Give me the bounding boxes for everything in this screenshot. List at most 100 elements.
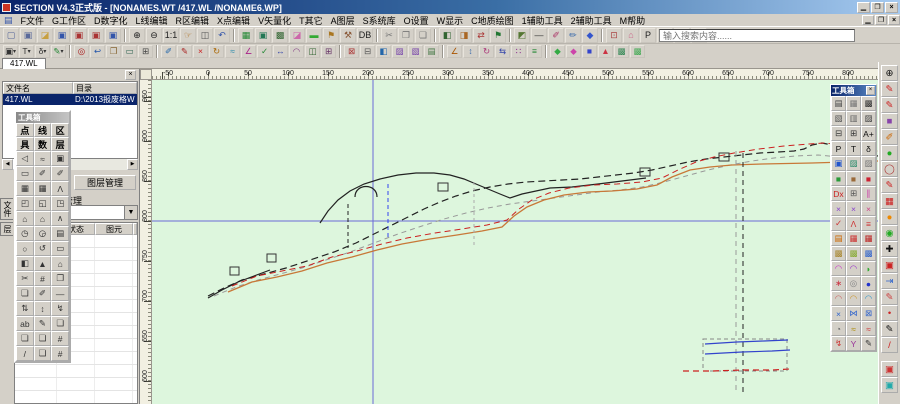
eraser[interactable]: ✐	[34, 166, 52, 181]
toolbox-tab[interactable]: 点	[16, 123, 34, 137]
menu-item[interactable]: C地质绘图	[467, 14, 518, 27]
branch-purple[interactable]: Y	[846, 336, 861, 351]
edit-line[interactable]: ✎	[177, 45, 192, 58]
connect-arc[interactable]: ◠	[289, 45, 304, 58]
menu-item[interactable]: R区编辑	[172, 14, 214, 27]
select-arrow[interactable]: ◁	[16, 151, 34, 166]
layer-table-row[interactable]	[15, 378, 137, 391]
grid-edit[interactable]: #	[51, 331, 69, 346]
layer-manage-button[interactable]: 图层管理	[74, 175, 136, 190]
restore-button[interactable]: ❐	[875, 15, 887, 25]
drawing-canvas[interactable]	[152, 80, 878, 404]
save-as[interactable]: ▣	[71, 28, 87, 43]
wave-red[interactable]: ≈	[861, 321, 876, 336]
tab-417wl[interactable]: 417.WL	[2, 58, 46, 69]
menu-item[interactable]: M帮助	[616, 14, 650, 27]
x-pink[interactable]: ×	[861, 201, 876, 216]
circle-gray[interactable]: ◎	[846, 276, 861, 291]
label-delta[interactable]: δ	[861, 141, 876, 156]
arrow-blue[interactable]: ⇥	[881, 273, 898, 289]
side-tab-files[interactable]: 文件	[0, 198, 13, 220]
x-purple[interactable]: ×	[831, 201, 846, 216]
line-edit[interactable]: /	[16, 346, 34, 361]
fence[interactable]: #	[34, 271, 52, 286]
pencil-edit[interactable]: ✎	[861, 336, 876, 351]
hatch-green[interactable]: ▨	[846, 156, 861, 171]
reverse-line[interactable]: ↔	[273, 45, 288, 58]
text-mode[interactable]: T▾	[19, 45, 34, 58]
clip-copy[interactable]: ❐	[106, 45, 121, 58]
wave-gold[interactable]: ≈	[846, 321, 861, 336]
pen-red-2[interactable]: ✎	[881, 97, 898, 113]
menu-item[interactable]: L线编辑	[132, 14, 172, 27]
undo[interactable]: ↶	[214, 28, 230, 43]
tv-red[interactable]: ▦	[846, 231, 861, 246]
offset[interactable]: ≡	[527, 45, 542, 58]
fill-red[interactable]: ▲	[598, 45, 613, 58]
spray[interactable]: ✏	[565, 28, 581, 43]
cube-purple[interactable]: ■	[881, 113, 898, 129]
copy-multi[interactable]: ❐	[51, 271, 69, 286]
fill-green[interactable]: ■	[831, 171, 846, 186]
grid-a[interactable]: ▦	[16, 181, 34, 196]
menu-item[interactable]: 1辅助工具	[518, 14, 567, 27]
hatch-back[interactable]: ▨	[861, 111, 876, 126]
hatch-dense[interactable]: ▩	[861, 96, 876, 111]
toolbox-tab[interactable]: 层	[51, 137, 69, 151]
clock-1[interactable]: ◷	[16, 226, 34, 241]
doc-edit-2[interactable]: ❏	[34, 331, 52, 346]
grid-red[interactable]: ▦	[881, 193, 898, 209]
dome-blue[interactable]: ◠	[861, 291, 876, 306]
snap-line[interactable]: ✓	[257, 45, 272, 58]
box-red[interactable]: ▣	[881, 257, 898, 273]
ellipse[interactable]: ○	[16, 241, 34, 256]
draw-line[interactable]: ✐	[161, 45, 176, 58]
pen-line[interactable]: ✎	[34, 316, 52, 331]
fill-brown[interactable]: ■	[846, 171, 861, 186]
check-red[interactable]: ✓	[831, 216, 846, 231]
transform[interactable]: ⇄	[473, 28, 489, 43]
new-project[interactable]: ▣	[20, 28, 36, 43]
minimize-button[interactable]: ▁	[862, 15, 874, 25]
bowtie-blue[interactable]: ⋈	[846, 306, 861, 321]
close-button[interactable]: ×	[885, 2, 898, 13]
array[interactable]: ∷	[511, 45, 526, 58]
open-file[interactable]: ◪	[37, 28, 53, 43]
pink-lines[interactable]: ∥	[861, 186, 876, 201]
attribute-table[interactable]: ▦	[238, 28, 254, 43]
search-flag[interactable]: ⚑	[323, 28, 339, 43]
angle-tool[interactable]: ∠	[447, 45, 462, 58]
doc-edit-1[interactable]: ❏	[16, 331, 34, 346]
measure[interactable]: ↕	[463, 45, 478, 58]
brush-small[interactable]: ✐	[34, 286, 52, 301]
region-mode[interactable]: ▣▾	[3, 45, 18, 58]
blue-node[interactable]: ▣	[831, 156, 846, 171]
panel-close-icon[interactable]: ×	[125, 70, 136, 80]
draw-pencil[interactable]: ✎▾	[51, 45, 66, 58]
menu-item[interactable]: A图层	[327, 14, 359, 27]
rect-draw[interactable]: ▭	[51, 241, 69, 256]
vertex-edit[interactable]: ◎	[74, 45, 89, 58]
fill-red[interactable]: ■	[861, 171, 876, 186]
scissors[interactable]: ✂	[16, 271, 34, 286]
dropdown-arrow-icon[interactable]: ▼	[124, 206, 137, 219]
rect-select[interactable]: ▭	[16, 166, 34, 181]
fill-blue[interactable]: ■	[582, 45, 597, 58]
menu-item[interactable]: 2辅助工具	[567, 14, 616, 27]
copy[interactable]: ❐	[398, 28, 414, 43]
grid-b[interactable]: ▦	[34, 181, 52, 196]
move-vert[interactable]: ↕	[34, 301, 52, 316]
dot-red[interactable]: •	[881, 305, 898, 321]
save-all[interactable]: ▣	[88, 28, 104, 43]
file-table-row[interactable]: 417.WL D:\2013报废格W	[3, 94, 137, 105]
hatch-mid[interactable]: ▦	[846, 96, 861, 111]
pan-hand[interactable]: ☞	[180, 28, 196, 43]
paste[interactable]: ❏	[415, 28, 431, 43]
pen-red-3[interactable]: ✎	[881, 177, 898, 193]
arc-pink[interactable]: ◠	[831, 261, 846, 276]
x-blue[interactable]: ×	[831, 306, 846, 321]
delete-node[interactable]: ×	[193, 45, 208, 58]
layer-list[interactable]: ▬	[306, 28, 322, 43]
region-build[interactable]: ◫	[305, 45, 320, 58]
pen-dash[interactable]: ✎	[881, 289, 898, 305]
